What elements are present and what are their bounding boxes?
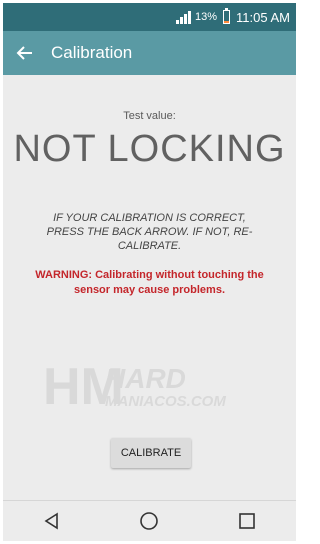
warning-text: WARNING: Calibrating without touching th…: [35, 269, 264, 296]
app-frame: 13% 11:05 AM Calibration Test value: NOT…: [3, 3, 296, 541]
calibrate-button[interactable]: CALIBRATE: [111, 438, 191, 468]
nav-back-button[interactable]: [32, 501, 72, 541]
circle-home-icon: [140, 512, 159, 530]
status-bar: 13% 11:05 AM: [3, 3, 296, 31]
watermark: HM HARD MANIACOS.COM: [43, 355, 243, 425]
nav-recents-button[interactable]: [227, 501, 267, 541]
arrow-left-icon: [16, 46, 32, 60]
watermark-brand: HARD: [105, 363, 186, 394]
square-recents-icon: [239, 513, 255, 529]
battery-icon: [223, 8, 231, 24]
main-content: Test value: NOT LOCKING IF YOUR CALIBRAT…: [3, 75, 296, 505]
page-title: Calibration: [51, 43, 133, 62]
test-value-label: Test value:: [123, 110, 176, 122]
back-button[interactable]: [3, 31, 47, 75]
watermark-subtitle: MANIACOS.COM: [105, 393, 226, 410]
navigation-bar: [3, 500, 296, 541]
battery-percent: 13%: [195, 11, 218, 23]
test-value: NOT LOCKING: [13, 128, 286, 170]
app-bar: Calibration: [3, 31, 296, 75]
instructions-text: IF YOUR CALIBRATION IS CORRECT, PRESS TH…: [46, 212, 253, 252]
signal-icon: [176, 10, 191, 24]
triangle-back-icon: [44, 512, 58, 530]
clock: 11:05 AM: [236, 9, 290, 25]
nav-home-button[interactable]: [129, 501, 169, 541]
